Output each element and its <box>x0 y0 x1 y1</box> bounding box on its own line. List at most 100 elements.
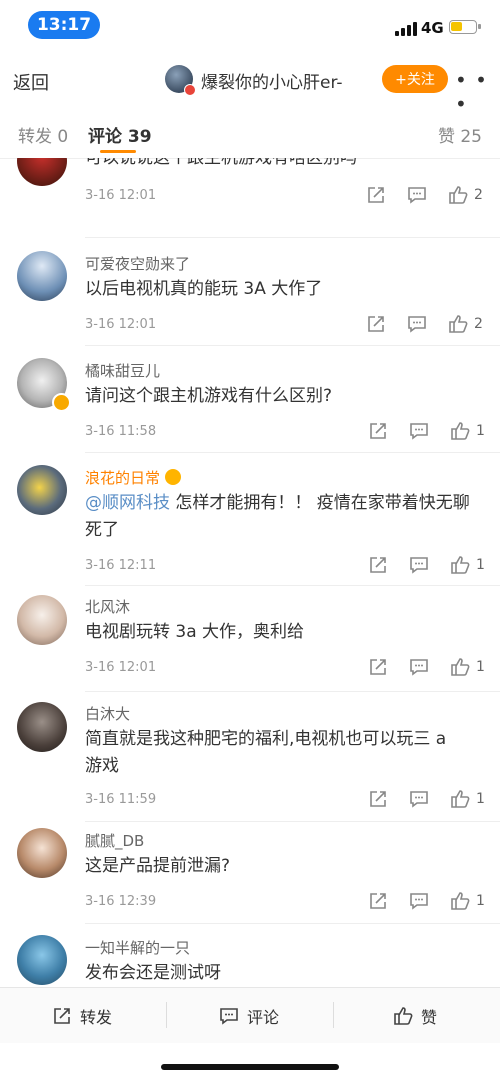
like-icon <box>394 1007 413 1025</box>
like-count: 1 <box>476 423 485 439</box>
verified-badge-icon <box>52 393 71 412</box>
active-tab-indicator <box>100 150 136 153</box>
commenter-avatar[interactable] <box>17 702 67 752</box>
comment-item: 一知半解的一只 发布会还是测试呀 <box>0 924 500 987</box>
home-indicator[interactable] <box>161 1064 339 1070</box>
reply-icon <box>220 1008 238 1025</box>
tab-repost-count: 0 <box>57 127 69 147</box>
follow-button[interactable]: +关注 <box>382 65 448 93</box>
commenter-avatar[interactable] <box>17 595 67 645</box>
share-icon <box>54 1008 70 1024</box>
comment-label: 评论 <box>247 1008 280 1027</box>
like-count: 1 <box>476 659 485 675</box>
comment-list[interactable]: 可以说说这个跟主机游戏有啥区别吗 3-16 12:01 2 可爱夜空勋来了 以后… <box>0 158 500 987</box>
like-icon[interactable] <box>450 789 470 809</box>
repost-label: 转发 <box>80 1008 113 1027</box>
commenter-name[interactable]: 可爱夜空勋来了 <box>85 253 190 274</box>
commenter-name-text: 浪花的日常 <box>85 469 161 487</box>
reply-icon[interactable] <box>407 185 427 205</box>
reply-icon[interactable] <box>409 789 429 809</box>
tab-like-label: 赞 <box>437 127 455 147</box>
commenter-avatar[interactable] <box>17 935 67 985</box>
share-icon[interactable] <box>368 657 388 677</box>
author-name[interactable]: 爆裂你的小心肝er- <box>201 68 343 93</box>
tab-like[interactable]: 赞 25 <box>438 122 482 147</box>
share-icon[interactable] <box>366 314 386 334</box>
commenter-name[interactable]: 橘味甜豆儿 <box>85 360 160 381</box>
like-icon[interactable] <box>450 891 470 911</box>
commenter-avatar[interactable] <box>17 465 67 515</box>
battery-icon <box>449 20 481 34</box>
comment-time: 3-16 11:58 <box>85 424 157 439</box>
signal-icon <box>395 22 417 36</box>
like-icon[interactable] <box>450 657 470 677</box>
back-button[interactable]: 返回 <box>13 69 49 95</box>
like-icon[interactable] <box>450 421 470 441</box>
commenter-name[interactable]: 白沐大 <box>85 703 130 724</box>
nav-bar: 返回 爆裂你的小心肝er- +关注 • • • <box>0 56 500 116</box>
commenter-avatar[interactable] <box>17 828 67 878</box>
comment-text: @顺网科技 怎样才能拥有！！ 疫情在家带着快无聊死了 <box>85 490 480 544</box>
comment-time: 3-16 12:01 <box>85 660 157 675</box>
comment-item: 可以说说这个跟主机游戏有啥区别吗 3-16 12:01 2 <box>0 158 500 238</box>
tab-bar: 转发 0 评论 39 赞 25 <box>0 106 500 159</box>
verified-badge-icon <box>184 84 196 96</box>
reply-icon[interactable] <box>409 421 429 441</box>
share-icon[interactable] <box>366 185 386 205</box>
comment-time: 3-16 12:01 <box>85 317 157 332</box>
status-bar: 13:17 4G <box>0 0 500 56</box>
like-icon[interactable] <box>450 555 470 575</box>
like-count: 1 <box>476 893 485 909</box>
comment-text: 电视剧玩转 3a 大作，奥利给 <box>85 622 305 642</box>
comment-item: 白沐大 简直就是我这种肥宅的福利,电视机也可以玩三 a 游戏 3-16 11:5… <box>0 692 500 822</box>
comment-time: 3-16 12:01 <box>85 188 157 203</box>
tab-comment-label: 评论 <box>88 127 122 147</box>
reply-icon[interactable] <box>409 657 429 677</box>
like-count: 2 <box>474 316 483 332</box>
commenter-name[interactable]: 北风沐 <box>85 596 130 617</box>
comment-text: 发布会还是测试呀 <box>85 963 221 983</box>
tab-repost[interactable]: 转发 0 <box>18 122 68 147</box>
commenter-name[interactable]: 腻腻_DB <box>85 830 144 851</box>
commenter-name[interactable]: 浪花的日常 <box>85 467 181 488</box>
commenter-name[interactable]: 一知半解的一只 <box>85 937 190 958</box>
status-time: 13:17 <box>28 11 100 39</box>
like-label: 赞 <box>421 1008 438 1027</box>
share-icon[interactable] <box>368 421 388 441</box>
comment-time: 3-16 11:59 <box>85 792 157 807</box>
bottom-action-bar: 转发 评论 赞 <box>0 987 500 1043</box>
reply-icon[interactable] <box>407 314 427 334</box>
comment-text: 可以说说这个跟主机游戏有啥区别吗 <box>85 158 357 168</box>
comment-item: 北风沐 电视剧玩转 3a 大作，奥利给 3-16 12:01 1 <box>0 586 500 692</box>
reply-icon[interactable] <box>409 555 429 575</box>
comment-text: 这是产品提前泄漏? <box>85 856 231 876</box>
like-icon[interactable] <box>448 314 468 334</box>
comment-text: 以后电视机真的能玩 3A 大作了 <box>85 279 323 299</box>
tab-like-count: 25 <box>460 127 482 147</box>
comment-text: 简直就是我这种肥宅的福利,电视机也可以玩三 a 游戏 <box>85 729 447 776</box>
reply-icon[interactable] <box>409 891 429 911</box>
share-icon[interactable] <box>368 555 388 575</box>
share-icon[interactable] <box>368 789 388 809</box>
tab-comment[interactable]: 评论 39 <box>88 122 152 147</box>
comment-time: 3-16 12:11 <box>85 558 157 573</box>
share-icon[interactable] <box>368 891 388 911</box>
like-count: 1 <box>476 791 485 807</box>
divider <box>333 1002 334 1028</box>
comment-text: 请问这个跟主机游戏有什么区别? <box>85 386 333 406</box>
like-count: 1 <box>476 557 485 573</box>
commenter-avatar[interactable] <box>17 158 67 186</box>
mention-link[interactable]: @顺网科技 <box>85 493 170 513</box>
like-icon[interactable] <box>448 185 468 205</box>
tab-repost-label: 转发 <box>18 127 52 147</box>
commenter-avatar[interactable] <box>17 251 67 301</box>
comment-item: 可爱夜空勋来了 以后电视机真的能玩 3A 大作了 3-16 12:01 2 <box>0 238 500 346</box>
like-count: 2 <box>474 187 483 203</box>
like-button[interactable]: 赞 <box>393 1004 437 1028</box>
comment-item: 浪花的日常 @顺网科技 怎样才能拥有！！ 疫情在家带着快无聊死了 3-16 12… <box>0 453 500 586</box>
comment-button[interactable]: 评论 <box>219 1004 279 1028</box>
vip-emoji-icon <box>164 469 181 485</box>
divider <box>166 1002 167 1028</box>
network-type: 4G <box>421 19 444 37</box>
repost-button[interactable]: 转发 <box>52 1004 112 1028</box>
